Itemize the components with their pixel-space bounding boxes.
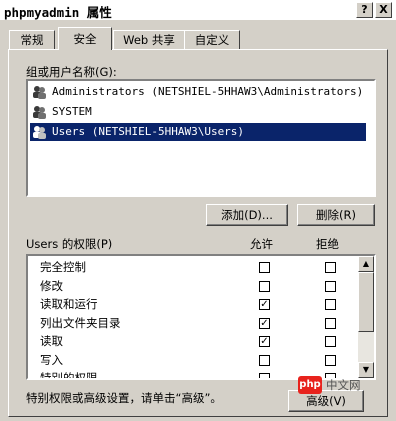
- user-group-icon: [33, 106, 46, 119]
- watermark-text: 中文网: [326, 378, 361, 392]
- permission-name: 特别的权限: [40, 371, 98, 380]
- list-item-system[interactable]: SYSTEM: [30, 103, 366, 121]
- allow-checkbox[interactable]: [259, 373, 270, 378]
- watermark: php 中文网: [298, 375, 378, 395]
- permission-name: 修改: [40, 278, 63, 293]
- allow-checkbox[interactable]: ✓: [259, 336, 270, 347]
- title-bar: phpmyadmin 属性 ? X: [0, 0, 396, 20]
- deny-checkbox[interactable]: [325, 280, 336, 292]
- allow-header: 允许: [250, 237, 273, 251]
- allow-checkbox[interactable]: [259, 280, 270, 292]
- permission-row: 修改: [40, 277, 63, 295]
- deny-checkbox[interactable]: [325, 354, 336, 366]
- groups-label: 组或用户名称(G):: [26, 65, 117, 79]
- permissions-scrollbar[interactable]: ▲ ▼: [358, 256, 374, 378]
- allow-checkbox[interactable]: [259, 262, 270, 273]
- list-item-users[interactable]: Users (NETSHIEL-5HHAW3\Users): [30, 123, 366, 141]
- deny-checkbox[interactable]: [325, 317, 336, 329]
- deny-header: 拒绝: [316, 237, 339, 251]
- remove-button[interactable]: 删除(R): [297, 204, 375, 226]
- user-name: Administrators (NETSHIEL-5HHAW3\Administ…: [52, 85, 364, 98]
- deny-checkbox[interactable]: [325, 262, 336, 273]
- permission-name: 完全控制: [40, 260, 86, 274]
- scroll-up-icon[interactable]: ▲: [358, 256, 374, 272]
- permission-row: 完全控制: [40, 258, 86, 276]
- allow-checkbox[interactable]: ✓: [259, 317, 270, 329]
- tab-security[interactable]: 安全: [58, 27, 112, 50]
- permission-name: 读取: [40, 334, 63, 348]
- users-listbox[interactable]: Administrators (NETSHIEL-5HHAW3\Administ…: [26, 79, 376, 197]
- tab-web-sharing[interactable]: Web 共享: [113, 30, 185, 49]
- permissions-list[interactable]: 完全控制修改读取和运行 ✓ 列出文件夹目录 ✓ 读取 ✓ 写入特别的权限 ▲ ▼: [26, 254, 376, 380]
- list-item-administrators[interactable]: Administrators (NETSHIEL-5HHAW3\Administ…: [30, 83, 366, 101]
- deny-checkbox[interactable]: [325, 336, 336, 347]
- user-group-icon: [33, 86, 46, 99]
- close-button[interactable]: X: [375, 2, 392, 18]
- add-button[interactable]: 添加(D)...: [206, 204, 288, 226]
- permission-row: 列出文件夹目录: [40, 314, 121, 332]
- permission-row: 写入: [40, 351, 63, 369]
- permission-name: 列出文件夹目录: [40, 315, 121, 330]
- advanced-hint: 特别权限或高级设置，请单击“高级”。: [26, 391, 222, 405]
- php-logo: php: [298, 376, 322, 394]
- allow-checkbox[interactable]: [259, 354, 270, 366]
- permission-row: 读取和运行: [40, 295, 98, 313]
- user-name: Users (NETSHIEL-5HHAW3\Users): [52, 125, 245, 138]
- permissions-label: Users 的权限(P): [26, 237, 113, 251]
- user-group-icon: [33, 126, 46, 139]
- tab-custom[interactable]: 自定义: [184, 30, 240, 49]
- allow-checkbox[interactable]: ✓: [259, 299, 270, 310]
- permission-row: 特别的权限: [40, 369, 98, 380]
- deny-checkbox[interactable]: [325, 299, 336, 310]
- permission-row: 读取: [40, 332, 63, 350]
- user-name: SYSTEM: [52, 105, 92, 118]
- scroll-thumb[interactable]: [358, 272, 374, 332]
- help-button[interactable]: ?: [356, 2, 373, 18]
- tab-general[interactable]: 常规: [9, 30, 55, 49]
- permission-name: 写入: [40, 352, 63, 367]
- permission-name: 读取和运行: [40, 297, 98, 311]
- window-title: phpmyadmin 属性: [4, 5, 112, 20]
